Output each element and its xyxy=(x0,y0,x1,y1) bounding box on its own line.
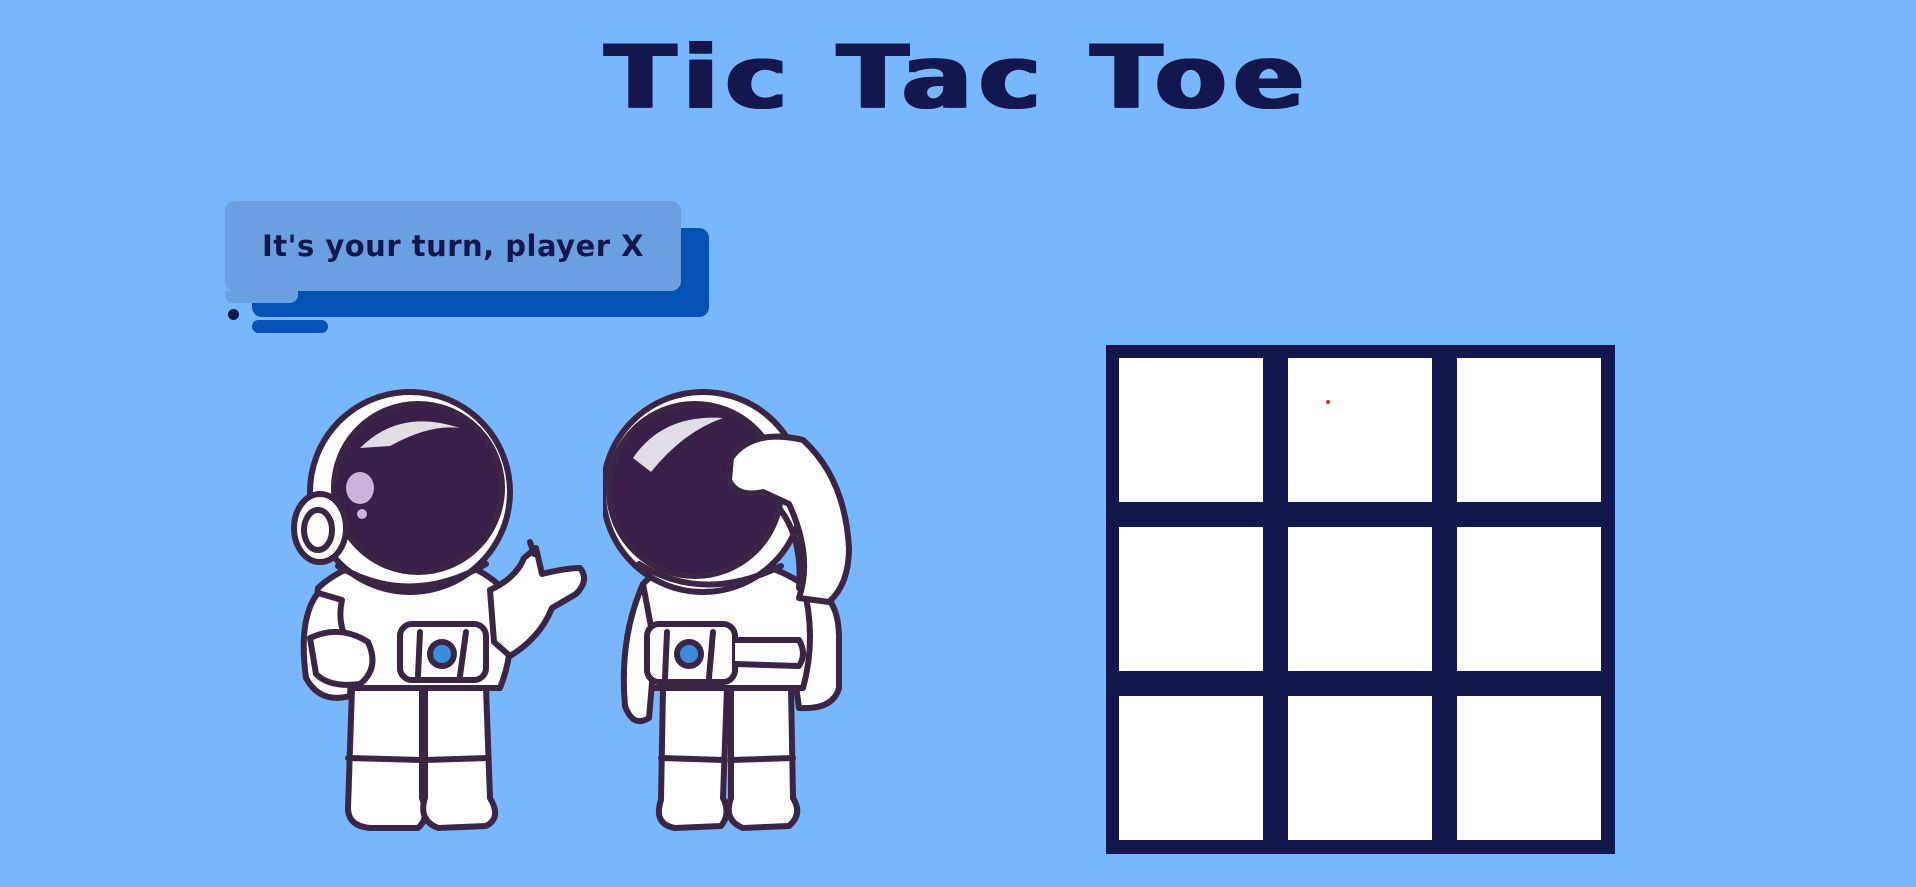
board-cell-3[interactable] xyxy=(1457,358,1601,502)
game-title: Tic Tac Toe xyxy=(604,26,1312,129)
board-cell-5[interactable] xyxy=(1288,527,1432,671)
game-screen: Tic Tac Toe It's your turn, player X xyxy=(0,0,1916,887)
astronaut-thinking-icon xyxy=(603,389,852,831)
game-board xyxy=(1106,345,1615,854)
board-cell-6[interactable] xyxy=(1457,527,1601,671)
speech-bubble-tail-shadow xyxy=(252,320,328,333)
speech-bubble-tail xyxy=(225,291,298,303)
board-cell-7[interactable] xyxy=(1119,696,1263,840)
mouse-cursor-dot xyxy=(1326,400,1330,404)
speech-bubble-body: It's your turn, player X xyxy=(225,201,681,291)
board-cell-2[interactable] xyxy=(1288,358,1432,502)
speech-bubble-dot xyxy=(228,309,239,320)
board-cell-4[interactable] xyxy=(1119,527,1263,671)
astronaut-pointing-icon xyxy=(291,389,588,831)
board-cell-8[interactable] xyxy=(1288,696,1432,840)
board-cell-1[interactable] xyxy=(1119,358,1263,502)
board-cell-9[interactable] xyxy=(1457,696,1601,840)
turn-status-text: It's your turn, player X xyxy=(261,229,645,263)
